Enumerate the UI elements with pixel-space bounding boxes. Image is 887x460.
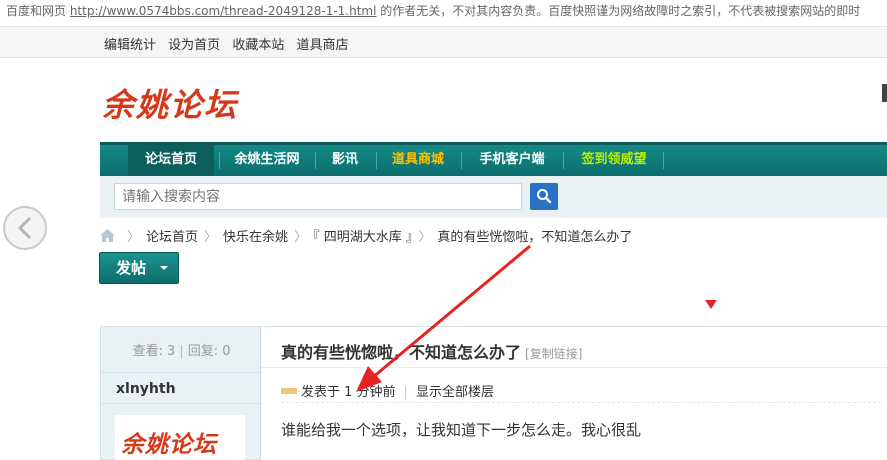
breadcrumb: 〉论坛首页〉快乐在余姚〉『 四明湖大水库 』〉真的有些恍惚啦，不知道怎么办了 xyxy=(100,226,632,245)
breadcrumb-subforum[interactable]: 『 四明湖大水库 』 xyxy=(313,230,412,245)
divider xyxy=(281,402,881,403)
replies-count: 0 xyxy=(222,344,231,359)
breadcrumb-current-thread[interactable]: 真的有些恍惚啦，不知道怎么办了 xyxy=(437,230,632,245)
views-label: 查看: xyxy=(132,344,163,359)
post-content: 谁能给我一个选项，让我知道下一步怎么走。我心很乱 xyxy=(281,421,642,439)
nav-separator xyxy=(219,152,220,169)
replies-label: 回复: xyxy=(187,344,219,359)
nav-checkin[interactable]: 签到领威望 xyxy=(570,145,658,176)
nav-separator xyxy=(663,152,664,169)
post-time: 发表于 1 分钟前 xyxy=(301,385,396,400)
breadcrumb-separator: 〉 xyxy=(294,230,308,245)
meta-separator: | xyxy=(403,385,408,400)
divider xyxy=(101,372,262,373)
search-button[interactable] xyxy=(530,183,558,210)
site-logo[interactable]: 余姚论坛 xyxy=(102,80,238,126)
avatar-logo-text: 余姚论坛 xyxy=(121,432,217,458)
divider xyxy=(101,403,262,404)
views-count: 3 xyxy=(167,344,176,359)
nav-yuyao-life[interactable]: 余姚生活网 xyxy=(224,145,310,176)
snapshot-prefix: 百度和网页 xyxy=(6,4,70,18)
author-column: 查看: 3 | 回复: 0 xlnyhth 余姚论坛 xyxy=(100,326,262,460)
post-meta: 发表于 1 分钟前 | 显示全部楼层 xyxy=(281,381,494,400)
back-button[interactable] xyxy=(3,206,47,250)
breadcrumb-separator: 〉 xyxy=(418,230,432,245)
nav-separator xyxy=(376,152,377,169)
author-username[interactable]: xlnyhth xyxy=(116,381,176,397)
nav-forum-home[interactable]: 论坛首页 xyxy=(128,145,214,176)
top-links-bar: 编辑统计 设为首页 收藏本站 道具商店 xyxy=(0,26,887,58)
post-column: 真的有些恍惚啦，不知道怎么办了 [复制链接] 发表于 1 分钟前 | 显示全部楼层 谁… xyxy=(261,326,887,460)
top-link-set-homepage[interactable]: 设为首页 xyxy=(168,38,220,53)
breadcrumb-separator: 〉 xyxy=(204,230,218,245)
search-bar xyxy=(100,176,887,218)
search-icon xyxy=(537,189,552,204)
online-status-icon xyxy=(281,388,297,394)
new-post-button[interactable]: 发帖 xyxy=(99,252,179,284)
stats-separator: | xyxy=(179,344,184,359)
avatar[interactable]: 余姚论坛 xyxy=(115,415,245,460)
top-links: 编辑统计 设为首页 收藏本站 道具商店 xyxy=(104,34,356,53)
breadcrumb-separator: 〉 xyxy=(127,230,141,245)
nav-separator xyxy=(563,152,564,169)
home-icon[interactable] xyxy=(100,229,115,242)
top-link-bookmark[interactable]: 收藏本站 xyxy=(232,38,284,53)
top-link-edit-stats[interactable]: 编辑统计 xyxy=(104,38,156,53)
back-arrow-icon xyxy=(17,216,32,240)
snapshot-url-link[interactable]: http://www.0574bbs.com/thread-2049128-1-… xyxy=(70,4,377,18)
snapshot-suffix: 的作者无关，不对其内容负责。百度快照谨为网络故障时之索引，不代表被搜索网站的即时 xyxy=(376,4,861,18)
breadcrumb-board[interactable]: 快乐在余姚 xyxy=(223,230,288,245)
top-link-item-shop[interactable]: 道具商店 xyxy=(296,38,348,53)
snapshot-notice: 百度和网页 http://www.0574bbs.com/thread-2049… xyxy=(0,0,887,26)
main-nav: 论坛首页 余姚生活网 影讯 道具商城 手机客户端 签到领威望 xyxy=(100,142,887,176)
show-all-floors-link[interactable]: 显示全部楼层 xyxy=(416,385,494,400)
nav-mobile-client[interactable]: 手机客户端 xyxy=(468,145,556,176)
thread-title: 真的有些恍惚啦，不知道怎么办了 [复制链接] xyxy=(281,339,582,363)
thread-title-text: 真的有些恍惚啦，不知道怎么办了 xyxy=(281,343,522,362)
thread-stats: 查看: 3 | 回复: 0 xyxy=(101,340,262,359)
nav-movies[interactable]: 影讯 xyxy=(320,145,370,176)
search-input[interactable] xyxy=(114,183,522,210)
nav-separator xyxy=(315,152,316,169)
breadcrumb-forum-home[interactable]: 论坛首页 xyxy=(146,230,198,245)
caret-down-icon xyxy=(160,266,168,270)
red-triangle-marker xyxy=(705,300,717,309)
new-post-label: 发帖 xyxy=(116,259,147,277)
copy-link-button[interactable]: [复制链接] xyxy=(525,347,582,361)
edge-marker xyxy=(882,84,887,102)
nav-item-mall[interactable]: 道具商城 xyxy=(382,145,454,176)
divider xyxy=(261,367,887,368)
nav-separator xyxy=(461,152,462,169)
